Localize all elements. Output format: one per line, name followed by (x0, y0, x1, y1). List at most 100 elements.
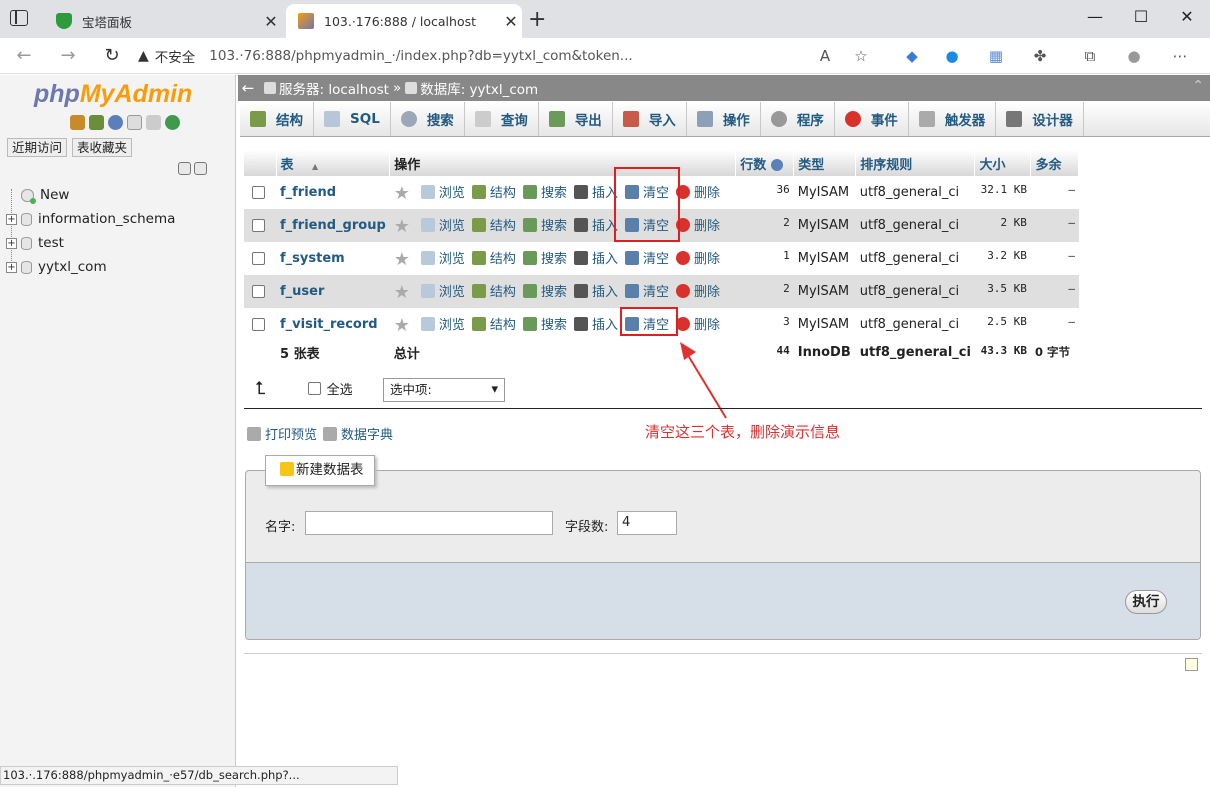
drop-action[interactable]: 删除 (675, 281, 720, 300)
collapse-all-icon[interactable] (178, 162, 191, 175)
print-view-link[interactable]: 打印预览 (265, 424, 317, 443)
reload-icon[interactable]: ↻ (98, 43, 126, 69)
structure-action[interactable]: 结构 (471, 215, 516, 234)
help-icon[interactable] (108, 115, 123, 130)
table-name-link[interactable]: f_friend (280, 185, 336, 200)
tab-query[interactable]: 查询 (465, 102, 539, 136)
insert-action[interactable]: 插入 (573, 215, 618, 234)
table-name-link[interactable]: f_friend_group (280, 218, 386, 233)
drop-action[interactable]: 删除 (675, 314, 720, 333)
favorite-star-icon[interactable]: ☆ (849, 44, 873, 68)
minimize-button[interactable]: — (1072, 0, 1118, 34)
search-action[interactable]: 搜索 (522, 182, 567, 201)
tab-structure[interactable]: 结构 (240, 102, 314, 136)
extension-icon[interactable]: ◆ (900, 44, 924, 68)
tree-item-label[interactable]: information_schema (38, 211, 175, 227)
close-icon[interactable]: ✕ (260, 12, 282, 31)
tab-import[interactable]: 导入 (613, 102, 687, 136)
docs-icon[interactable] (127, 115, 142, 130)
console-icon[interactable] (1185, 658, 1198, 671)
check-all-label[interactable]: 全选 (327, 379, 353, 398)
security-label[interactable]: 不安全 (155, 46, 196, 66)
row-checkbox[interactable] (252, 252, 265, 265)
profile-avatar-icon[interactable]: ● (1122, 44, 1146, 68)
search-action[interactable]: 搜索 (522, 314, 567, 333)
tab-operations[interactable]: 操作 (687, 102, 761, 136)
row-checkbox[interactable] (252, 219, 265, 232)
empty-action[interactable]: 清空 (624, 248, 669, 267)
column-header-overhead[interactable]: 多余 (1030, 150, 1080, 176)
column-header-size[interactable]: 大小 (974, 150, 1032, 176)
collapse-up-icon[interactable]: ⌃ (1192, 78, 1204, 94)
table-name-link[interactable]: f_user (280, 284, 324, 299)
expand-icon[interactable]: + (6, 237, 17, 249)
tree-item-label[interactable]: yytxl_com (38, 259, 107, 275)
browse-action[interactable]: 浏览 (420, 248, 465, 267)
row-checkbox[interactable] (252, 186, 265, 199)
create-table-legend[interactable]: 新建数据表 (265, 455, 375, 486)
tab-sql[interactable]: SQL (314, 102, 391, 136)
column-header-collation[interactable]: 排序规则 (855, 150, 976, 176)
row-checkbox[interactable] (252, 318, 265, 331)
search-action[interactable]: 搜索 (522, 248, 567, 267)
url-text[interactable]: 103.·76:888/phpmyadmin_·/index.php?db=yy… (209, 48, 632, 64)
favorite-star-button[interactable]: ★ (394, 283, 414, 301)
more-menu-icon[interactable]: ⋯ (1168, 44, 1192, 68)
table-size[interactable]: 3.2 KB (974, 242, 1031, 275)
table-size[interactable]: 32.1 KB (974, 176, 1031, 209)
forward-arrow-icon[interactable]: → (54, 43, 82, 69)
pma-logo[interactable]: phpMyAdmin (34, 80, 192, 109)
browser-tab-baota[interactable]: 宝塔面板 ✕ (44, 4, 282, 38)
table-size[interactable]: 2 KB (974, 209, 1031, 242)
row-checkbox[interactable] (252, 285, 265, 298)
table-name-link[interactable]: f_system (280, 251, 345, 266)
check-all-checkbox[interactable] (307, 382, 321, 395)
column-header-rows[interactable]: 行数 (735, 150, 795, 176)
drop-action[interactable]: 删除 (675, 248, 720, 267)
extension-icon[interactable]: ● (940, 44, 964, 68)
browse-action[interactable]: 浏览 (420, 281, 465, 300)
insert-action[interactable]: 插入 (573, 182, 618, 201)
browse-action[interactable]: 浏览 (420, 314, 465, 333)
url-field[interactable]: ▲ 不安全 103.·76:888/phpmyadmin_·/index.php… (138, 42, 880, 70)
calendar-icon[interactable]: ▦ (984, 44, 1008, 68)
browse-action[interactable]: 浏览 (420, 182, 465, 201)
back-arrow-icon[interactable]: ← (10, 43, 38, 69)
breadcrumb-server[interactable]: 服务器: localhost (279, 78, 389, 98)
search-action[interactable]: 搜索 (522, 215, 567, 234)
new-tab-button[interactable]: + (528, 6, 546, 34)
structure-action[interactable]: 结构 (471, 314, 516, 333)
with-selected-select[interactable]: 选中项: (383, 378, 505, 402)
browser-tab-phpmyadmin[interactable]: 103.·176:888 / localhost ✕ (286, 4, 522, 38)
collections-icon[interactable]: ⧉ (1078, 44, 1102, 68)
go-button[interactable]: 执行 (1125, 590, 1167, 614)
tree-item-yytxl-com[interactable]: + yytxl_com (6, 255, 175, 279)
table-size[interactable]: 2.5 KB (974, 308, 1031, 341)
tree-item-information-schema[interactable]: + information_schema (6, 207, 175, 231)
tab-export[interactable]: 导出 (539, 102, 613, 136)
structure-action[interactable]: 结构 (471, 182, 516, 201)
table-size[interactable]: 3.5 KB (974, 275, 1031, 308)
empty-action[interactable]: 清空 (624, 281, 669, 300)
table-name-link[interactable]: f_visit_record (280, 317, 378, 332)
structure-action[interactable]: 结构 (471, 248, 516, 267)
structure-action[interactable]: 结构 (471, 281, 516, 300)
tree-item-test[interactable]: + test (6, 231, 175, 255)
favorites-button[interactable]: 表收藏夹 (72, 138, 133, 157)
back-arrow-icon[interactable]: ← (238, 79, 258, 97)
insert-action[interactable]: 插入 (573, 281, 618, 300)
tree-item-new[interactable]: New (6, 183, 175, 207)
browse-action[interactable]: 浏览 (420, 215, 465, 234)
settings-icon[interactable] (146, 115, 161, 130)
tab-routines[interactable]: 程序 (761, 102, 835, 136)
tab-search[interactable]: 搜索 (391, 102, 465, 136)
insert-action[interactable]: 插入 (573, 248, 618, 267)
logout-icon[interactable] (89, 115, 104, 130)
drop-action[interactable]: 删除 (675, 182, 720, 201)
breadcrumb-database[interactable]: 数据库: yytxl_com (420, 78, 538, 98)
link-icon[interactable] (194, 162, 207, 175)
tab-designer[interactable]: 设计器 (996, 102, 1084, 136)
expand-icon[interactable]: + (6, 213, 17, 225)
refresh-icon[interactable] (165, 115, 180, 130)
close-icon[interactable]: ✕ (500, 12, 522, 31)
